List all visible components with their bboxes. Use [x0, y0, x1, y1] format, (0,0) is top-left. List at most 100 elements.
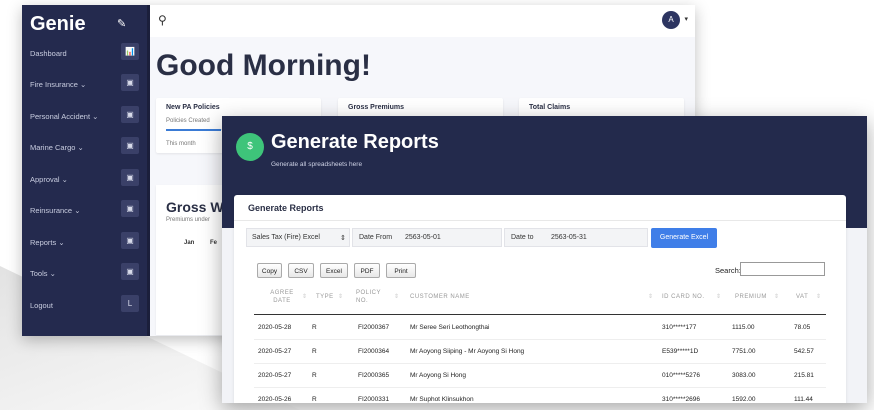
- print-button[interactable]: Print: [386, 263, 416, 278]
- csv-button[interactable]: CSV: [288, 263, 314, 278]
- sort-icon[interactable]: ⇕: [816, 293, 821, 300]
- app-logo: Genie: [30, 13, 86, 35]
- box-icon: ▣: [121, 232, 139, 249]
- sidebar-item-3[interactable]: Marine Cargo ⌄ ▣: [22, 134, 147, 160]
- card-title: New PA Policies: [166, 104, 220, 111]
- reports-subtitle: Generate all spreadsheets here: [271, 161, 363, 168]
- search-input[interactable]: [740, 262, 825, 276]
- column-header-agree-date[interactable]: AGREE DATE: [264, 289, 300, 305]
- card-title: Total Claims: [529, 104, 571, 111]
- table-cell: FI2000367: [358, 324, 390, 331]
- copy-button[interactable]: Copy: [257, 263, 282, 278]
- sort-icon[interactable]: ⇕: [716, 293, 721, 300]
- box-icon: ▣: [121, 74, 139, 91]
- column-header-policy-no[interactable]: POLICY NO.: [356, 289, 384, 305]
- table-cell: Mr Aoyong Siiping - Mr Aoyong Si Hong: [410, 348, 525, 355]
- column-header-premium[interactable]: PREMIUM: [735, 293, 767, 301]
- sidebar-item-8[interactable]: Logout L: [22, 292, 147, 318]
- sidebar-item-4[interactable]: Approval ⌄ ▣: [22, 166, 147, 192]
- table-cell: Mr Suphot Klinsukhon: [410, 396, 474, 403]
- date-to-value: 2563-05-31: [551, 234, 587, 241]
- column-header: Jan: [184, 240, 195, 246]
- table-row[interactable]: 2020-05-27 R FI2000365 Mr Aoyong Si Hong 010…: [254, 365, 826, 388]
- table-cell: 2020-05-26: [258, 396, 292, 403]
- reports-window: $ Generate Reports Generate all spreadsh…: [222, 116, 867, 403]
- table-cell: 7751.00: [732, 348, 756, 355]
- sort-icon[interactable]: ⇕: [302, 293, 307, 300]
- table-row[interactable]: 2020-05-26 R FI2000331 Mr Suphot Klinsukhon…: [254, 389, 826, 403]
- column-header-vat[interactable]: VAT: [796, 293, 808, 301]
- sidebar-item-label: Tools ⌄: [30, 269, 56, 278]
- box-icon: ▣: [121, 106, 139, 123]
- progress-bar: [166, 129, 221, 131]
- divider: [234, 220, 846, 221]
- date-to-field[interactable]: Date to 2563-05-31: [504, 228, 648, 247]
- sidebar-item-label: Logout: [30, 301, 53, 310]
- date-to-label: Date to: [511, 234, 534, 241]
- select-value: Sales Tax (Fire) Excel: [252, 234, 320, 241]
- sidebar: Genie ✎ Dashboard 📊 Fire Insurance ⌄ ▣ Perso…: [22, 5, 150, 336]
- avatar[interactable]: A: [662, 11, 680, 29]
- date-from-field[interactable]: Date From 2563-05-01: [352, 228, 502, 247]
- table-cell: 1115.00: [732, 324, 755, 331]
- box-icon: ▣: [121, 137, 139, 154]
- table-cell: E539*****1D: [662, 348, 699, 355]
- table-cell: 2020-05-28: [258, 324, 292, 331]
- column-header-type[interactable]: TYPE: [316, 293, 334, 301]
- column-header: Fe: [210, 240, 218, 246]
- table-cell: FI2000365: [358, 372, 390, 379]
- sidebar-rail: [147, 5, 150, 336]
- chevron-down-icon[interactable]: ▾: [684, 15, 688, 23]
- table-cell: 2020-05-27: [258, 372, 292, 379]
- table-row[interactable]: 2020-05-27 R FI2000364 Mr Aoyong Siiping - …: [254, 341, 826, 364]
- column-header-id-card[interactable]: ID CARD NO.: [662, 293, 705, 301]
- box-icon: ▣: [121, 200, 139, 217]
- table-cell: R: [312, 348, 317, 355]
- sidebar-item-label: Reinsurance ⌄: [30, 206, 81, 215]
- select-caret-icon: ⇕: [340, 235, 346, 242]
- dollar-icon: $: [236, 133, 264, 161]
- sidebar-item-6[interactable]: Reports ⌄ ▣: [22, 229, 147, 255]
- sidebar-item-0[interactable]: Dashboard 📊: [22, 40, 147, 66]
- report-type-select[interactable]: Sales Tax (Fire) Excel ⇕: [246, 228, 350, 247]
- pdf-button[interactable]: PDF: [354, 263, 380, 278]
- sidebar-item-1[interactable]: Fire Insurance ⌄ ▣: [22, 71, 147, 97]
- card-title: Gross Wi: [166, 199, 228, 215]
- column-header-customer-name[interactable]: CUSTOMER NAME: [410, 293, 470, 301]
- table-row[interactable]: 2020-05-28 R FI2000367 Mr Seree Seri Leotho…: [254, 317, 826, 340]
- sidebar-item-7[interactable]: Tools ⌄ ▣: [22, 260, 147, 286]
- sidebar-item-5[interactable]: Reinsurance ⌄ ▣: [22, 197, 147, 223]
- table-cell: 310*****2696: [662, 396, 700, 403]
- sidebar-item-2[interactable]: Personal Accident ⌄ ▣: [22, 103, 147, 129]
- card-meta: This month: [166, 141, 196, 147]
- pin-icon[interactable]: ✎: [117, 17, 126, 30]
- search-icon[interactable]: ⚲: [158, 13, 167, 27]
- table-header-line: [254, 314, 826, 315]
- table-cell: R: [312, 372, 317, 379]
- chart-icon: 📊: [121, 43, 139, 60]
- table-cell: 2020-05-27: [258, 348, 292, 355]
- sort-icon[interactable]: ⇕: [648, 293, 653, 300]
- sort-icon[interactable]: ⇕: [394, 293, 399, 300]
- search-label: Search:: [715, 266, 741, 275]
- table-cell: FI2000331: [358, 396, 390, 403]
- table-cell: 215.81: [794, 372, 814, 379]
- table-cell: Mr Aoyong Si Hong: [410, 372, 467, 379]
- excel-button[interactable]: Excel: [320, 263, 348, 278]
- table-cell: 542.57: [794, 348, 814, 355]
- generate-excel-button[interactable]: Generate Excel: [651, 228, 717, 248]
- logout-icon: L: [121, 295, 139, 312]
- sidebar-item-label: Fire Insurance ⌄: [30, 80, 87, 89]
- date-from-value: 2563-05-01: [405, 234, 441, 241]
- sidebar-item-label: Dashboard: [30, 49, 67, 58]
- table-cell: FI2000364: [358, 348, 390, 355]
- sort-icon[interactable]: ⇕: [338, 293, 343, 300]
- panel-title: Generate Reports: [248, 203, 324, 213]
- sidebar-item-label: Approval ⌄: [30, 175, 68, 184]
- card-subtitle: Policies Created: [166, 118, 210, 124]
- table-cell: 3083.00: [732, 372, 756, 379]
- box-icon: ▣: [121, 263, 139, 280]
- reports-panel: Generate Reports Sales Tax (Fire) Excel …: [234, 195, 846, 403]
- sort-icon[interactable]: ⇕: [774, 293, 779, 300]
- sidebar-item-label: Personal Accident ⌄: [30, 112, 99, 121]
